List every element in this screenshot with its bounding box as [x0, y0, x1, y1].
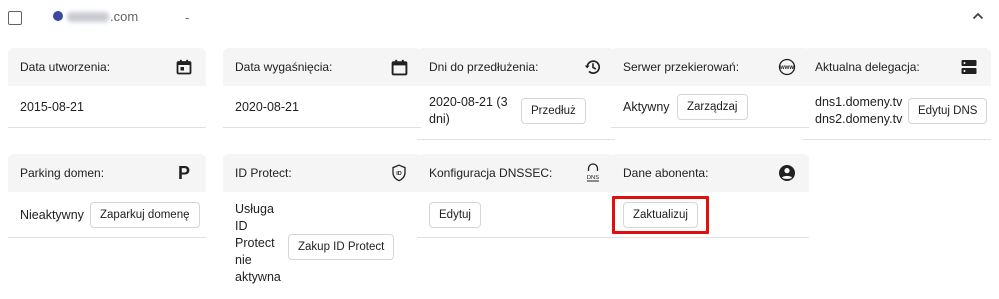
redirect-server-card: Serwer przekierowań: www Aktywny Zarządz… [611, 48, 809, 128]
card-body: Nieaktywny Zaparkuj domenę [8, 192, 206, 238]
id-protect-status-line: aktywna [235, 270, 281, 284]
card-title: Serwer przekierowań: [623, 60, 740, 74]
id-protect-status-line: ID [235, 219, 248, 233]
renewal-date-line1: 2020-08-21 (3 [429, 95, 508, 109]
dnssec-icon: DNS [583, 163, 603, 183]
chevron-up-icon[interactable] [970, 8, 986, 24]
park-domain-button[interactable]: Zaparkuj domenę [90, 202, 200, 228]
card-header: Konfiguracja DNSSEC: DNS [417, 154, 615, 192]
card-body: 2015-08-21 [8, 86, 206, 128]
www-icon: www [777, 57, 797, 77]
card-title: ID Protect: [235, 166, 292, 180]
edit-dnssec-button[interactable]: Edytuj [429, 202, 481, 228]
id-protect-status-line: Protect [235, 236, 275, 250]
id-protect-icon: ID [389, 163, 409, 183]
renew-button[interactable]: Przedłuż [521, 98, 586, 124]
card-body: 2020-08-21 (3 dni) Przedłuż [417, 86, 615, 140]
card-title: Dni do przedłużenia: [429, 60, 539, 74]
card-header: ID Protect: ID [223, 154, 421, 192]
account-circle-icon [777, 163, 797, 183]
id-protect-status-line: Usługa [235, 202, 274, 216]
creation-date-value: 2015-08-21 [20, 100, 84, 114]
card-header: Serwer przekierowań: www [611, 48, 809, 86]
domain-status-dash: - [185, 10, 190, 25]
card-title: Data wygaśnięcia: [235, 60, 333, 74]
creation-date-card: Data utworzenia: 2015-08-21 [8, 48, 206, 128]
parking-status-value: Nieaktywny [20, 208, 84, 222]
card-body: Usługa ID Protect nie aktywna Zakup ID P… [223, 192, 421, 292]
delegation-card: Aktualna delegacja: dns1.domeny.tv dns2.… [803, 48, 991, 140]
card-body: dns1.domeny.tv dns2.domeny.tv Edytuj DNS [803, 86, 991, 140]
card-body: Edytuj [417, 192, 615, 238]
card-body: Aktywny Zarządzaj [611, 86, 809, 128]
select-domain-checkbox[interactable] [8, 11, 22, 25]
renewal-card: Dni do przedłużenia: 2020-08-21 (3 dni) … [417, 48, 615, 140]
svg-text:DNS: DNS [587, 175, 599, 181]
highlight-annotation-box [612, 196, 709, 234]
card-title: Parking domen: [20, 166, 105, 180]
card-header: Parking domen: P [8, 154, 206, 192]
domain-row[interactable]: .com - [0, 0, 999, 36]
redirect-status-value: Aktywny [623, 100, 670, 114]
card-title: Data utworzenia: [20, 60, 111, 74]
svg-text:ID: ID [396, 171, 402, 177]
dns2-value: dns2.domeny.tv [815, 112, 903, 126]
card-header: Data wygaśnięcia: [223, 48, 421, 86]
edit-dns-button[interactable]: Edytuj DNS [908, 98, 988, 124]
card-header: Data utworzenia: [8, 48, 206, 86]
parking-card: Parking domen: P Nieaktywny Zaparkuj dom… [8, 154, 206, 238]
dnssec-card: Konfiguracja DNSSEC: DNS Edytuj [417, 154, 615, 238]
parking-icon: P [177, 162, 190, 183]
card-header: Dane abonenta: [611, 154, 809, 192]
dns-server-icon [959, 57, 979, 77]
domain-favicon-icon [53, 11, 63, 21]
domain-name-redacted [67, 12, 109, 22]
calendar-today-icon [174, 57, 194, 77]
expiry-date-card: Data wygaśnięcia: 2020-08-21 [223, 48, 421, 128]
svg-text:www: www [779, 65, 794, 71]
dns1-value: dns1.domeny.tv [815, 95, 903, 109]
card-title: Aktualna delegacja: [815, 60, 920, 74]
calendar-icon [389, 57, 409, 77]
id-protect-status-line: nie [235, 253, 252, 267]
card-title: Konfiguracja DNSSEC: [429, 166, 553, 180]
expiry-date-value: 2020-08-21 [235, 100, 299, 114]
renewal-date-line2: dni) [429, 112, 450, 126]
history-icon [583, 57, 603, 77]
card-header: Dni do przedłużenia: [417, 48, 615, 86]
manage-redirect-button[interactable]: Zarządzaj [677, 94, 748, 120]
buy-id-protect-button[interactable]: Zakup ID Protect [288, 234, 395, 260]
id-protect-card: ID Protect: ID Usługa ID Protect nie akt… [223, 154, 421, 292]
card-title: Dane abonenta: [623, 166, 709, 180]
card-header: Aktualna delegacja: [803, 48, 991, 86]
card-body: 2020-08-21 [223, 86, 421, 128]
domain-tld: .com [110, 9, 139, 24]
